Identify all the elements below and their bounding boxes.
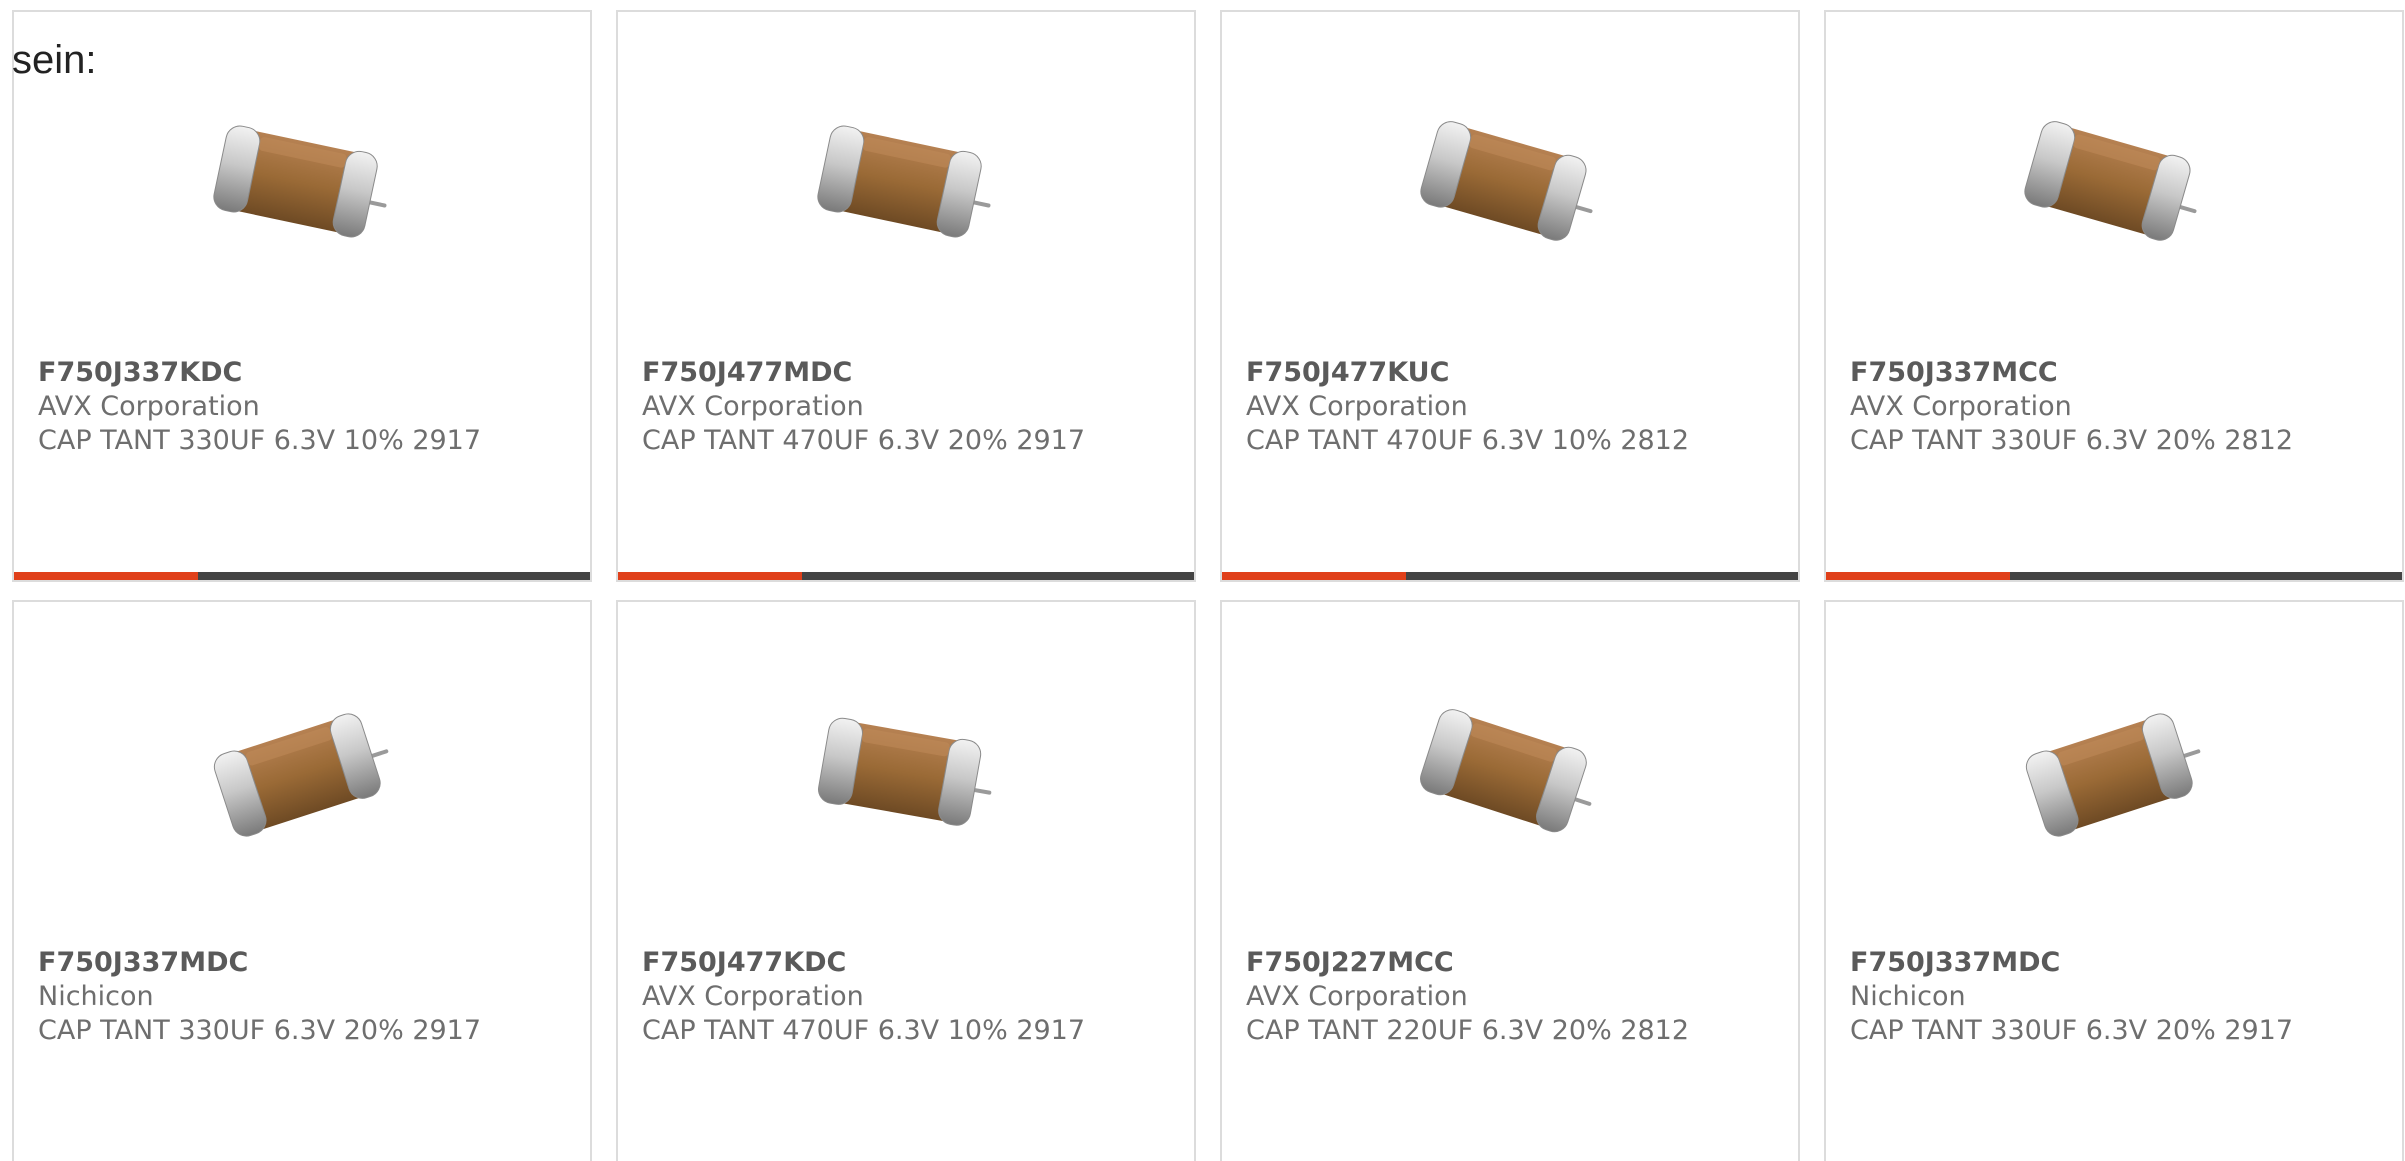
product-card[interactable]: F750J477KUC AVX Corporation CAP TANT 470… <box>1220 10 1800 582</box>
part-number[interactable]: F750J337KDC <box>38 356 570 390</box>
capacitor-icon <box>203 670 403 870</box>
capacitor-icon <box>2015 80 2215 280</box>
part-number[interactable]: F750J337MDC <box>38 946 570 980</box>
intro-text: sein: <box>12 38 97 82</box>
product-info: F750J337KDC AVX Corporation CAP TANT 330… <box>38 356 570 458</box>
product-card[interactable]: F750J337MCC AVX Corporation CAP TANT 330… <box>1824 10 2404 582</box>
product-info: F750J337MDC Nichicon CAP TANT 330UF 6.3V… <box>1850 946 2382 1048</box>
manufacturer: AVX Corporation <box>1850 391 2072 422</box>
description: CAP TANT 470UF 6.3V 20% 2917 <box>642 425 1086 456</box>
capacitor-icon <box>1411 670 1611 870</box>
product-card[interactable]: F750J477MDC AVX Corporation CAP TANT 470… <box>616 10 1196 582</box>
part-number[interactable]: F750J477KUC <box>1246 356 1778 390</box>
capacitor-icon <box>807 80 1007 280</box>
description: CAP TANT 330UF 6.3V 20% 2917 <box>1850 1015 2294 1046</box>
manufacturer: AVX Corporation <box>642 391 864 422</box>
part-number[interactable]: F750J337MDC <box>1850 946 2382 980</box>
part-number[interactable]: F750J227MCC <box>1246 946 1778 980</box>
capacitor-icon <box>203 80 403 280</box>
description: CAP TANT 470UF 6.3V 10% 2917 <box>642 1015 1086 1046</box>
part-number[interactable]: F750J477KDC <box>642 946 1174 980</box>
description: CAP TANT 220UF 6.3V 20% 2812 <box>1246 1015 1690 1046</box>
product-info: F750J477MDC AVX Corporation CAP TANT 470… <box>642 356 1174 458</box>
product-card[interactable]: F750J477KDC AVX Corporation CAP TANT 470… <box>616 600 1196 1161</box>
card-accent-bar <box>618 572 1194 580</box>
part-number[interactable]: F750J477MDC <box>642 356 1174 390</box>
manufacturer: Nichicon <box>38 981 154 1012</box>
product-card[interactable]: F750J227MCC AVX Corporation CAP TANT 220… <box>1220 600 1800 1161</box>
product-info: F750J337MCC AVX Corporation CAP TANT 330… <box>1850 356 2382 458</box>
product-card[interactable]: F750J337MDC Nichicon CAP TANT 330UF 6.3V… <box>12 600 592 1161</box>
product-card[interactable]: F750J337MDC Nichicon CAP TANT 330UF 6.3V… <box>1824 600 2404 1161</box>
product-card[interactable]: F750J337KDC AVX Corporation CAP TANT 330… <box>12 10 592 582</box>
capacitor-icon <box>2015 670 2215 870</box>
card-accent-bar-fill <box>14 572 199 580</box>
card-accent-bar-fill <box>1826 572 2011 580</box>
description: CAP TANT 330UF 6.3V 10% 2917 <box>38 425 482 456</box>
card-accent-bar-fill <box>618 572 803 580</box>
capacitor-icon <box>1411 80 1611 280</box>
manufacturer: Nichicon <box>1850 981 1966 1012</box>
product-info: F750J477KDC AVX Corporation CAP TANT 470… <box>642 946 1174 1048</box>
part-number[interactable]: F750J337MCC <box>1850 356 2382 390</box>
manufacturer: AVX Corporation <box>38 391 260 422</box>
card-accent-bar <box>1222 572 1798 580</box>
product-grid: F750J337KDC AVX Corporation CAP TANT 330… <box>12 10 2404 1161</box>
product-info: F750J337MDC Nichicon CAP TANT 330UF 6.3V… <box>38 946 570 1048</box>
product-info: F750J477KUC AVX Corporation CAP TANT 470… <box>1246 356 1778 458</box>
card-accent-bar <box>14 572 590 580</box>
manufacturer: AVX Corporation <box>1246 981 1468 1012</box>
card-accent-bar <box>1826 572 2402 580</box>
card-accent-bar-fill <box>1222 572 1407 580</box>
manufacturer: AVX Corporation <box>1246 391 1468 422</box>
description: CAP TANT 330UF 6.3V 20% 2812 <box>1850 425 2294 456</box>
description: CAP TANT 470UF 6.3V 10% 2812 <box>1246 425 1690 456</box>
description: CAP TANT 330UF 6.3V 20% 2917 <box>38 1015 482 1046</box>
product-info: F750J227MCC AVX Corporation CAP TANT 220… <box>1246 946 1778 1048</box>
manufacturer: AVX Corporation <box>642 981 864 1012</box>
capacitor-icon <box>807 670 1007 870</box>
